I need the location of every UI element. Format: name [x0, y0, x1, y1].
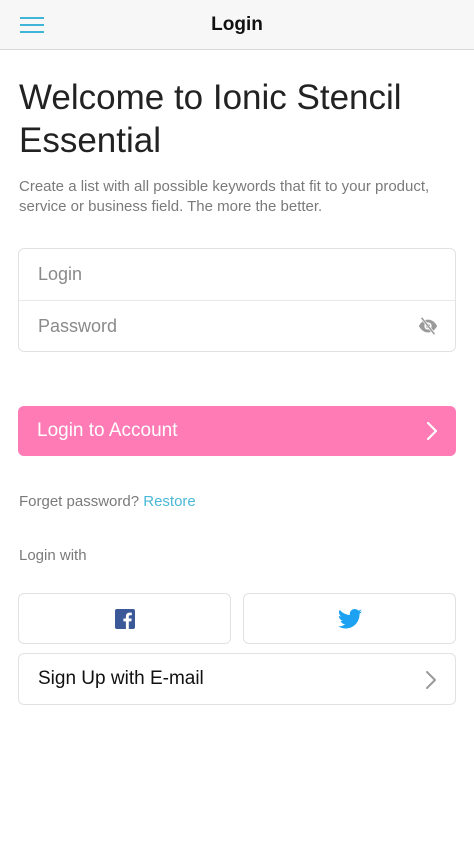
forget-password: Forget password? Restore — [19, 493, 196, 510]
app-header: Login — [0, 0, 474, 50]
facebook-icon — [114, 608, 135, 629]
welcome-heading: Welcome to Ionic Stencil Essential — [19, 78, 402, 160]
page-title: Login — [211, 14, 263, 35]
twitter-icon — [337, 608, 362, 628]
login-row — [19, 249, 455, 300]
eye-off-icon — [418, 316, 438, 336]
facebook-login-button[interactable] — [18, 593, 231, 644]
login-input[interactable] — [38, 264, 398, 285]
login-form — [18, 248, 456, 352]
login-with-label: Login with — [19, 547, 87, 564]
password-input[interactable] — [38, 315, 398, 337]
signup-email-label: Sign Up with E-mail — [38, 668, 204, 689]
welcome-subtitle: Create a list with all possible keywords… — [19, 178, 430, 215]
chevron-right-icon — [426, 421, 438, 441]
login-button-label: Login to Account — [37, 420, 178, 441]
password-visibility-toggle[interactable] — [415, 313, 441, 339]
forget-password-text: Forget password? — [19, 493, 140, 510]
twitter-login-button[interactable] — [243, 593, 456, 644]
password-row — [19, 300, 455, 351]
restore-link[interactable]: Restore — [143, 493, 196, 510]
login-to-account-button[interactable]: Login to Account — [18, 406, 456, 456]
chevron-right-icon — [426, 671, 436, 689]
signup-email-button[interactable]: Sign Up with E-mail — [18, 653, 456, 705]
